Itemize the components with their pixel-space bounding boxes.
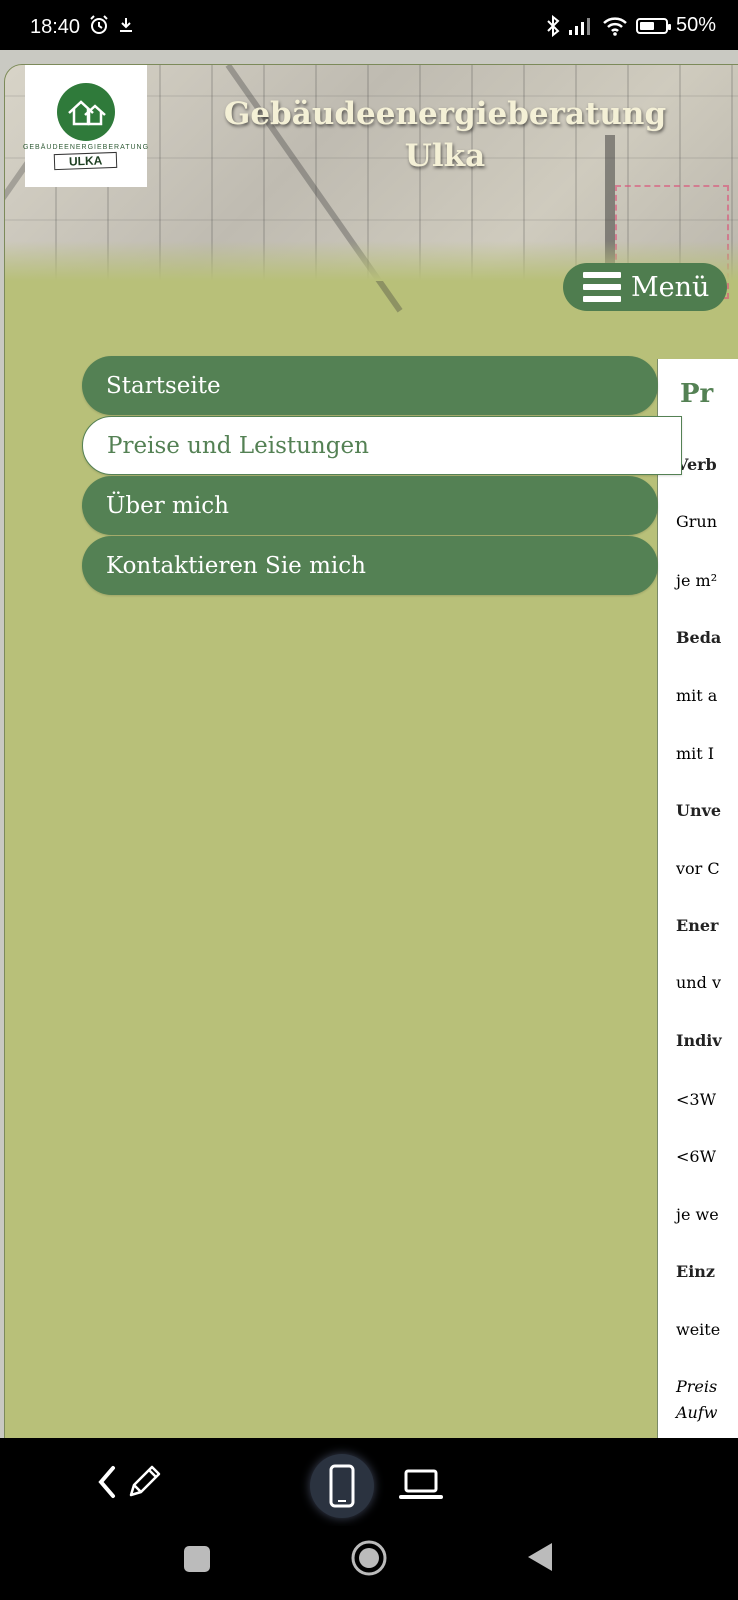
content-line: weite (676, 1320, 721, 1339)
smartphone-icon[interactable] (310, 1454, 374, 1518)
download-icon (120, 18, 132, 32)
alarm-icon (90, 15, 108, 34)
back-triangle-icon[interactable] (522, 1540, 556, 1574)
nav-menu: Startseite Preise und Leistungen Über mi… (82, 356, 682, 596)
nav-item-kontakt[interactable]: Kontaktieren Sie mich (82, 536, 658, 595)
battery-fill (639, 21, 654, 30)
bluetooth-icon (547, 14, 560, 37)
wifi-icon (603, 16, 627, 36)
chevron-left-icon[interactable] (92, 1460, 122, 1504)
content-title: Pr (680, 379, 714, 409)
content-line: und v (676, 973, 721, 992)
nav-item-startseite[interactable]: Startseite (82, 356, 658, 415)
nav-item-preise-und-leistungen[interactable]: Preise und Leistungen (82, 416, 682, 475)
content-line: <6W (676, 1147, 717, 1166)
content-line: Preis (676, 1377, 718, 1396)
content-line: je we (676, 1205, 719, 1224)
content-line: Grun (676, 512, 718, 531)
browser-toolbar (0, 1438, 738, 1526)
menu-button[interactable]: Menü (563, 263, 727, 311)
logo-text: GEBÄUDEENERGIEBERATUNG (22, 144, 150, 151)
hamburger-icon (583, 272, 621, 302)
home-circle-icon[interactable] (349, 1538, 389, 1578)
content-line: Indiv (676, 1031, 722, 1050)
page-frame: GEBÄUDEENERGIEBERATUNG ULKA Gebäudeenerg… (4, 64, 738, 1438)
clock: 18:40 (30, 16, 81, 38)
content-line: Beda (676, 628, 722, 647)
content-panel: Pr Verb Grun je m² Beda mit a mit I Unve vor C E… (657, 359, 738, 1438)
laptop-icon[interactable] (398, 1466, 444, 1502)
site-logo[interactable]: GEBÄUDEENERGIEBERATUNG ULKA (22, 65, 150, 187)
content-line: Ener (676, 916, 719, 935)
site-title: Gebäudeenergieberatung Ulka (165, 93, 725, 177)
pencil-icon[interactable] (124, 1462, 164, 1502)
content-line: vor C (676, 859, 720, 878)
battery-percent: 50% (675, 14, 716, 36)
content-line: je m² (676, 571, 718, 590)
menu-label: Menü (631, 271, 710, 303)
content-line: mit I (676, 744, 715, 763)
web-page: GEBÄUDEENERGIEBERATUNG ULKA Gebäudeenerg… (0, 50, 738, 1438)
content-line: Einz (676, 1262, 715, 1281)
logo-badge: ULKA (54, 151, 118, 171)
battery-icon (635, 17, 671, 34)
content-line: <3W (676, 1090, 717, 1109)
recents-square-icon[interactable] (182, 1544, 212, 1574)
site-title-line2: Ulka (404, 138, 486, 174)
house-leaf-icon (57, 83, 115, 141)
content-line: Verb (676, 455, 717, 474)
nav-item-ueber-mich[interactable]: Über mich (82, 476, 658, 535)
site-title-line1: Gebäudeenergieberatung (223, 96, 667, 132)
content-line: Unve (676, 801, 722, 820)
signal-icon (568, 17, 590, 35)
system-navigation-bar (0, 1526, 738, 1600)
status-bar: 18:40 50% (0, 0, 738, 50)
content-line: Aufw (676, 1403, 718, 1422)
content-line: mit a (676, 686, 718, 705)
